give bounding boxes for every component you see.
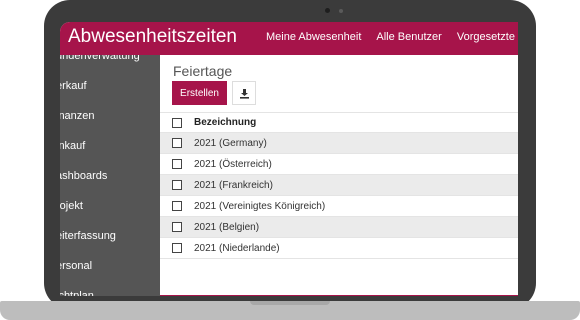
row-checkbox[interactable] [172,180,182,190]
accent-divider [160,295,518,296]
row-name: 2021 (Österreich) [194,158,272,170]
sidebar-item-dashboards[interactable]: ashboards [60,170,107,182]
sidebar-item-project[interactable]: rojekt [60,200,83,212]
main-content: Feiertage Erstellen Bezeichnung 2021 (Ge… [160,55,518,296]
camera-light-icon [339,8,343,13]
screen: Abwesenheitszeiten Meine Abwesenheit All… [60,22,518,296]
table-row[interactable]: 2021 (Belgien) [160,217,518,238]
row-name: 2021 (Germany) [194,137,267,149]
sidebar-item-personnel[interactable]: ersonal [60,260,92,272]
nav-all-users[interactable]: Alle Benutzer [376,31,441,43]
table-row[interactable]: 2021 (Germany) [160,133,518,154]
row-checkbox[interactable] [172,138,182,148]
top-nav: Meine Abwesenheit Alle Benutzer Vorgeset… [266,31,518,43]
download-icon [239,88,249,99]
sidebar-item-finance[interactable]: inanzen [60,110,95,122]
camera-icon [325,8,330,13]
table-row[interactable]: 2021 (Österreich) [160,154,518,175]
select-all-checkbox[interactable] [172,117,182,128]
sidebar-item-purchasing[interactable]: inkauf [60,140,85,152]
nav-my-absence[interactable]: Meine Abwesenheit [266,31,361,43]
sidebar-item-time-tracking[interactable]: eiterfassung [60,230,116,242]
row-name: 2021 (Niederlande) [194,242,280,254]
sidebar-item-customer-management[interactable]: undenverwaltung [60,55,140,62]
row-name: 2021 (Vereinigtes Königreich) [194,200,326,212]
sidebar: undenverwaltung erkauf inanzen inkauf as… [60,55,160,296]
table-header-row: Bezeichnung [160,112,518,133]
create-button[interactable]: Erstellen [172,81,227,105]
laptop-notch [250,301,330,305]
download-button[interactable] [232,81,256,105]
column-header-name[interactable]: Bezeichnung [194,117,256,128]
row-checkbox[interactable] [172,243,182,253]
page-title: Feiertage [173,63,233,79]
table-row[interactable]: 2021 (Vereinigtes Königreich) [160,196,518,217]
row-name: 2021 (Belgien) [194,221,260,233]
nav-supervisors[interactable]: Vorgesetzte [457,31,515,43]
row-name: 2021 (Frankreich) [194,179,273,191]
app-title: Abwesenheitszeiten [68,26,237,47]
table-row[interactable]: 2021 (Frankreich) [160,175,518,196]
row-checkbox[interactable] [172,222,182,232]
row-checkbox[interactable] [172,159,182,169]
holidays-table: Bezeichnung 2021 (Germany) 2021 (Österre… [160,112,518,259]
top-navbar: Abwesenheitszeiten Meine Abwesenheit All… [60,22,518,55]
sidebar-item-shift-plan[interactable]: ichtplan [60,290,94,296]
sidebar-item-sales[interactable]: erkauf [60,80,87,92]
table-row[interactable]: 2021 (Niederlande) [160,238,518,259]
row-checkbox[interactable] [172,201,182,211]
